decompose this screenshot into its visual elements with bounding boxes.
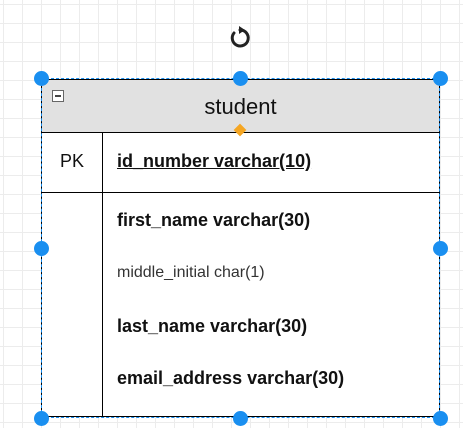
field-row[interactable]: last_name varchar(30) bbox=[117, 316, 307, 337]
resize-handle-se[interactable] bbox=[432, 410, 448, 426]
resize-handle-w[interactable] bbox=[33, 240, 49, 256]
resize-handle-n[interactable] bbox=[232, 70, 248, 86]
pk-field[interactable]: id_number varchar(10) bbox=[117, 151, 311, 172]
rotate-icon[interactable] bbox=[226, 24, 254, 52]
row-divider bbox=[42, 192, 439, 193]
resize-handle-e[interactable] bbox=[432, 240, 448, 256]
field-row[interactable]: middle_initial char(1) bbox=[117, 264, 265, 282]
resize-handle-s[interactable] bbox=[232, 410, 248, 426]
table-title: student bbox=[204, 94, 277, 119]
resize-handle-sw[interactable] bbox=[33, 410, 49, 426]
column-divider bbox=[102, 133, 103, 416]
resize-handle-ne[interactable] bbox=[432, 70, 448, 86]
field-row[interactable]: email_address varchar(30) bbox=[117, 368, 344, 389]
pk-label: PK bbox=[59, 151, 84, 171]
resize-handle-nw[interactable] bbox=[33, 70, 49, 86]
field-row[interactable]: first_name varchar(30) bbox=[117, 210, 310, 231]
